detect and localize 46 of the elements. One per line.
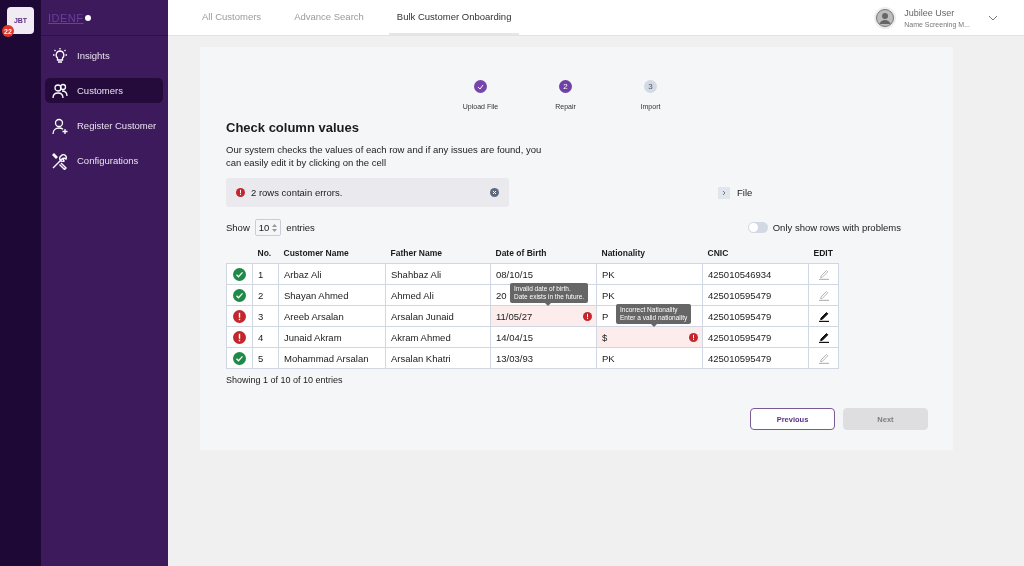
nav-tab[interactable]: Bulk Customer Onboarding [388, 0, 520, 35]
alert-text: 2 rows contain errors. [251, 187, 343, 198]
sidebar-item[interactable]: Configurations [45, 148, 163, 173]
pencil-icon[interactable] [817, 331, 830, 343]
sidebar-item[interactable]: Register Customer [45, 113, 163, 138]
error-icon [689, 333, 698, 342]
column-header: Date of Birth [490, 248, 597, 264]
lightbulb-icon [51, 46, 69, 65]
pencil-icon[interactable] [817, 310, 830, 322]
section-heading: Check column values [226, 120, 360, 135]
description-text: Our system checks the values of each row and if any issues are found, you can easily edit it by clicking on the cell [226, 143, 543, 169]
column-header: Father Name [385, 248, 491, 264]
step-indicator: 3 [644, 80, 657, 93]
table-cell[interactable]: 425010546934 [702, 263, 809, 285]
column-header: Nationality [596, 248, 703, 264]
entries-summary: Showing 1 of 10 of 10 entries [226, 375, 344, 385]
chevron-down-icon[interactable] [988, 14, 998, 21]
table-cell[interactable]: Shahbaz Ali [385, 263, 491, 285]
avatar-icon[interactable] [874, 6, 897, 29]
toggle-label: Only show rows with problems [772, 222, 901, 233]
toggle-switch[interactable] [747, 222, 768, 233]
logo-text: IDENF [48, 11, 84, 24]
show-label: Show [226, 222, 250, 233]
step-indicator: 2 [559, 80, 572, 93]
sort-arrows-icon [272, 223, 278, 232]
logo-dot-icon [84, 14, 91, 21]
user-name: Jubilee User [904, 7, 956, 18]
tools-icon [51, 151, 69, 170]
error-icon [583, 312, 592, 321]
table-cell[interactable]: 08/10/15 [490, 263, 597, 285]
table-cell[interactable]: Arbaz Ali [278, 263, 386, 285]
file-link[interactable]: File [737, 187, 753, 198]
column-header: EDIT [808, 248, 839, 264]
entries-label: entries [286, 222, 315, 233]
users-icon [51, 81, 69, 100]
table-cell[interactable]: PK [596, 263, 703, 285]
sidebar-item[interactable]: Insights [45, 43, 163, 68]
sidebar-item[interactable]: Customers [45, 78, 163, 103]
column-header: No. [252, 248, 279, 264]
exclamation-circle-icon [236, 188, 245, 197]
user-add-icon [51, 116, 69, 135]
entries-select[interactable]: 10 [254, 219, 282, 236]
column-header: CNIC [702, 248, 809, 264]
close-icon[interactable] [490, 188, 499, 197]
column-header: Customer Name [278, 248, 386, 264]
table-cell[interactable]: 1 [252, 263, 279, 285]
